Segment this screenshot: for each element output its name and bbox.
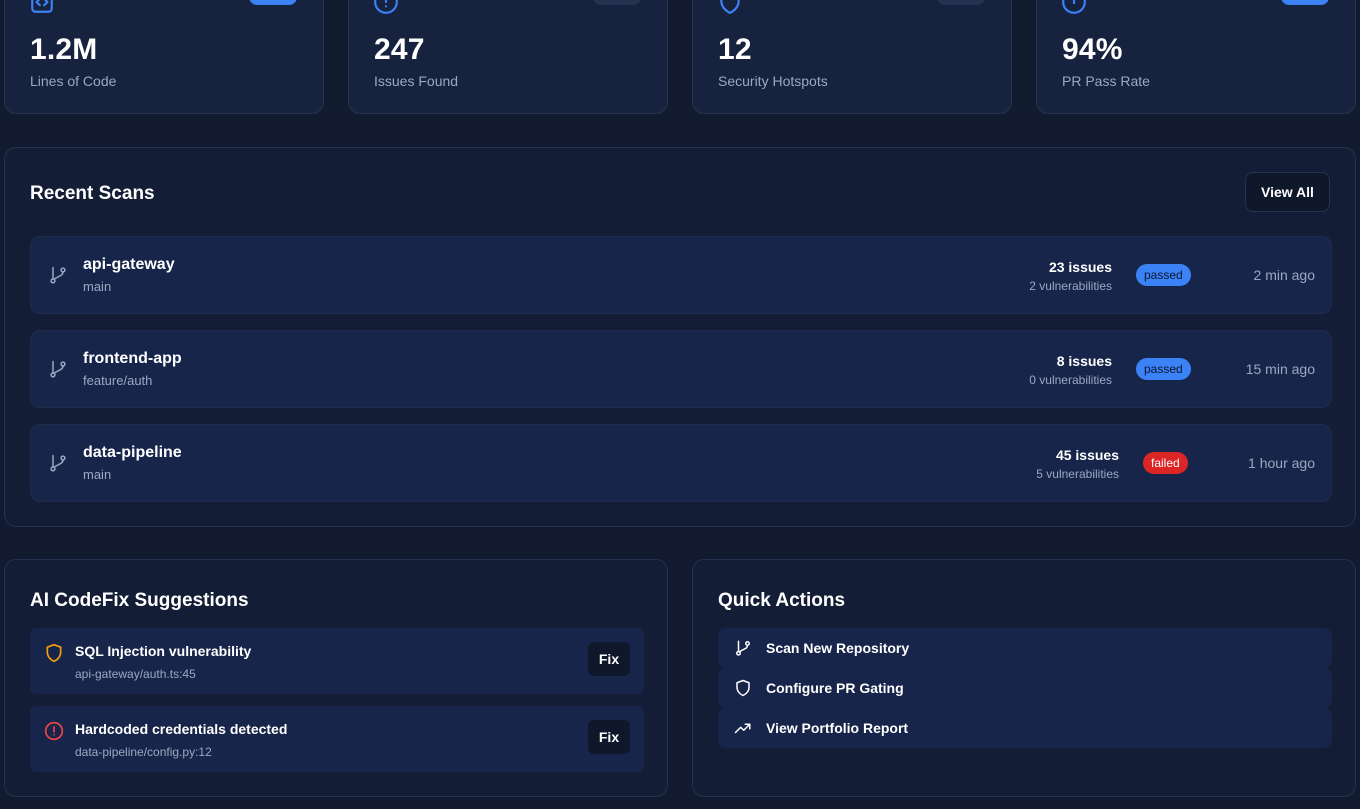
fix-button[interactable]: Fix (588, 720, 630, 754)
stats-row: 1.2M Lines of Code 247 Issues Found 12 S… (4, 0, 1356, 114)
codefix-item-title: Hardcoded credentials detected (75, 721, 288, 737)
check-circle-icon (1061, 0, 1087, 15)
action-label: Configure PR Gating (766, 680, 904, 696)
repo-name[interactable]: api-gateway (83, 256, 175, 274)
view-portfolio-report-button[interactable]: View Portfolio Report (718, 708, 1332, 748)
stat-card-issues-found: 247 Issues Found (348, 0, 668, 114)
stat-value: 94% (1062, 33, 1123, 66)
scan-row[interactable]: data-pipeline main 45 issues 5 vulnerabi… (30, 424, 1332, 502)
codefix-item-title: SQL Injection vulnerability (75, 643, 252, 659)
vulnerability-count: 5 vulnerabilities (1036, 467, 1119, 481)
codefix-item-path: data-pipeline/config.py:12 (75, 745, 212, 759)
codefix-item-path: api-gateway/auth.ts:45 (75, 667, 196, 681)
stat-label: Issues Found (374, 73, 459, 89)
shield-icon (734, 679, 752, 697)
issue-summary: 8 issues 0 vulnerabilities (1029, 353, 1112, 387)
action-label: View Portfolio Report (766, 720, 909, 736)
stat-badge (1281, 0, 1329, 5)
git-branch-icon (48, 453, 68, 473)
scan-new-repository-button[interactable]: Scan New Repository (718, 628, 1332, 668)
stat-badge (249, 0, 297, 5)
configure-pr-gating-button[interactable]: Configure PR Gating (718, 668, 1332, 708)
codefix-panel: AI CodeFix Suggestions SQL Injection vul… (4, 559, 668, 797)
codefix-title: AI CodeFix Suggestions (30, 590, 249, 611)
status-badge: failed (1143, 452, 1188, 474)
issue-count: 8 issues (1056, 353, 1112, 369)
git-branch-icon (734, 639, 752, 657)
fix-button[interactable]: Fix (588, 642, 630, 676)
quick-actions-title: Quick Actions (718, 590, 846, 611)
repo-name[interactable]: frontend-app (83, 350, 182, 368)
stat-badge (937, 0, 985, 5)
codefix-item: SQL Injection vulnerability api-gateway/… (30, 628, 644, 694)
issue-summary: 45 issues 5 vulnerabilities (1036, 447, 1119, 481)
branch-name: main (83, 467, 112, 482)
issue-count: 23 issues (1048, 259, 1112, 275)
scan-time: 1 hour ago (1248, 455, 1315, 471)
scan-row[interactable]: frontend-app feature/auth 8 issues 0 vul… (30, 330, 1332, 408)
git-branch-icon (48, 359, 68, 379)
stat-value: 247 (374, 33, 425, 66)
shield-icon (717, 0, 743, 15)
scan-time: 2 min ago (1253, 267, 1315, 283)
stat-card-pr-pass-rate: 94% PR Pass Rate (1036, 0, 1356, 114)
stat-value: 1.2M (30, 33, 98, 66)
dashboard-page: 1.2M Lines of Code 247 Issues Found 12 S… (0, 0, 1360, 809)
repo-name[interactable]: data-pipeline (83, 444, 182, 462)
stat-badge (593, 0, 641, 5)
alert-circle-icon (44, 721, 64, 741)
trending-up-icon (734, 719, 752, 737)
view-all-button[interactable]: View All (1245, 172, 1330, 212)
quick-actions-panel: Quick Actions Scan New Repository Config… (692, 559, 1356, 797)
status-badge: passed (1136, 264, 1191, 286)
vulnerability-count: 0 vulnerabilities (1029, 373, 1112, 387)
alert-circle-icon (373, 0, 399, 15)
issue-count: 45 issues (1055, 447, 1119, 463)
recent-scans-title: Recent Scans (30, 183, 155, 204)
shield-warning-icon (44, 643, 64, 663)
stat-label: PR Pass Rate (1062, 73, 1150, 89)
stat-card-security-hotspots: 12 Security Hotspots (692, 0, 1012, 114)
action-label: Scan New Repository (766, 640, 910, 656)
stat-card-lines-of-code: 1.2M Lines of Code (4, 0, 324, 114)
branch-name: main (83, 279, 112, 294)
issue-summary: 23 issues 2 vulnerabilities (1029, 259, 1112, 293)
scan-row[interactable]: api-gateway main 23 issues 2 vulnerabili… (30, 236, 1332, 314)
vulnerability-count: 2 vulnerabilities (1029, 279, 1112, 293)
stat-value: 12 (718, 33, 752, 66)
stat-label: Lines of Code (30, 73, 117, 89)
scan-time: 15 min ago (1245, 361, 1315, 377)
code-icon (29, 0, 55, 15)
recent-scans-panel: Recent Scans View All api-gateway main 2… (4, 147, 1356, 527)
branch-name: feature/auth (83, 373, 153, 388)
status-badge: passed (1136, 358, 1191, 380)
stat-label: Security Hotspots (718, 73, 828, 89)
codefix-item: Hardcoded credentials detected data-pipe… (30, 706, 644, 772)
git-branch-icon (48, 265, 68, 285)
